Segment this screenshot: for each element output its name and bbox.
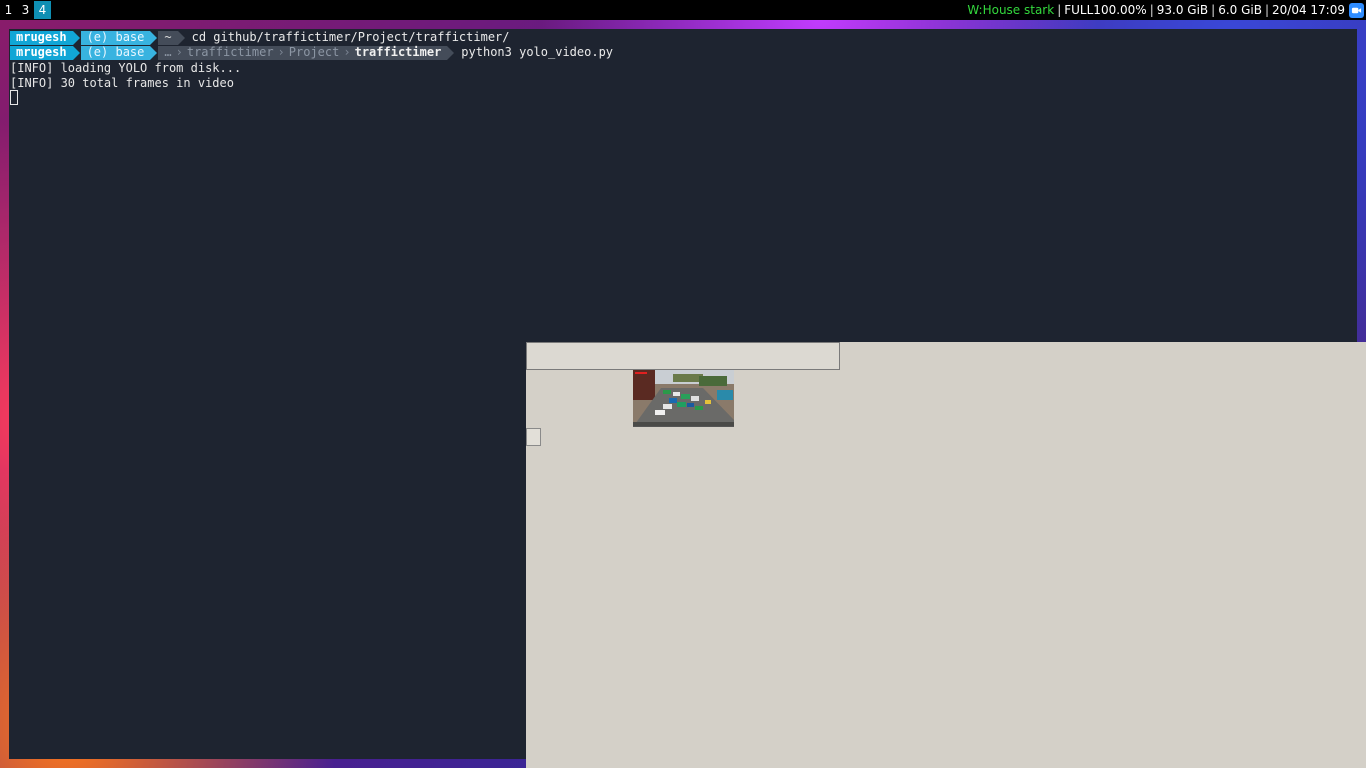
prompt-env-segment: (e) base — [80, 30, 158, 45]
battery-status: FULL100.00% — [1064, 3, 1147, 17]
traffic-video-frame — [633, 370, 734, 427]
prompt-user-segment: mrugesh — [10, 30, 80, 45]
command-text: cd github/traffictimer/Project/trafficti… — [191, 30, 510, 44]
workspace-1[interactable]: 1 — [0, 1, 17, 19]
workspace-3[interactable]: 3 — [17, 1, 34, 19]
video-frame-window[interactable] — [526, 342, 1366, 768]
top-status-bar: 1 3 4 W:House stark | FULL100.00% | 93.0… — [0, 0, 1366, 20]
command-text: python3 yolo_video.py — [461, 45, 614, 59]
output-line: [INFO] 30 total frames in video — [10, 76, 234, 90]
wifi-status: W:House stark — [967, 3, 1055, 17]
zoom-icon[interactable] — [1349, 2, 1364, 18]
workspace-4[interactable]: 4 — [34, 1, 51, 19]
terminal-cursor — [10, 90, 18, 105]
prompt-path-segment: … › traffictimer › Project › traffictimer — [158, 45, 455, 60]
frame-window-toolbar[interactable] — [526, 342, 840, 370]
memory-status: 6.0 GiB — [1218, 3, 1262, 17]
status-separator: | — [1264, 3, 1270, 17]
traffic-frame-image — [633, 370, 734, 426]
prompt-line: mrugesh (e) base ~ cd github/traffictime… — [10, 30, 510, 45]
prompt-line: mrugesh (e) base … › traffictimer › Projec… — [10, 45, 613, 60]
status-separator: | — [1211, 3, 1216, 17]
output-line: [INFO] loading YOLO from disk... — [10, 61, 242, 75]
prompt-env-segment: (e) base — [80, 45, 158, 60]
workspace-list: 1 3 4 — [0, 0, 51, 20]
frame-window-button[interactable] — [526, 428, 541, 446]
prompt-user-segment: mrugesh — [10, 45, 80, 60]
status-blocks: W:House stark | FULL100.00% | 93.0 GiB |… — [967, 0, 1366, 20]
status-separator: | — [1057, 3, 1062, 17]
prompt-path-segment: ~ — [158, 30, 185, 45]
status-separator: | — [1149, 3, 1154, 17]
datetime-status: 20/04 17:09 — [1272, 3, 1345, 17]
disk-status: 93.0 GiB — [1156, 3, 1209, 17]
